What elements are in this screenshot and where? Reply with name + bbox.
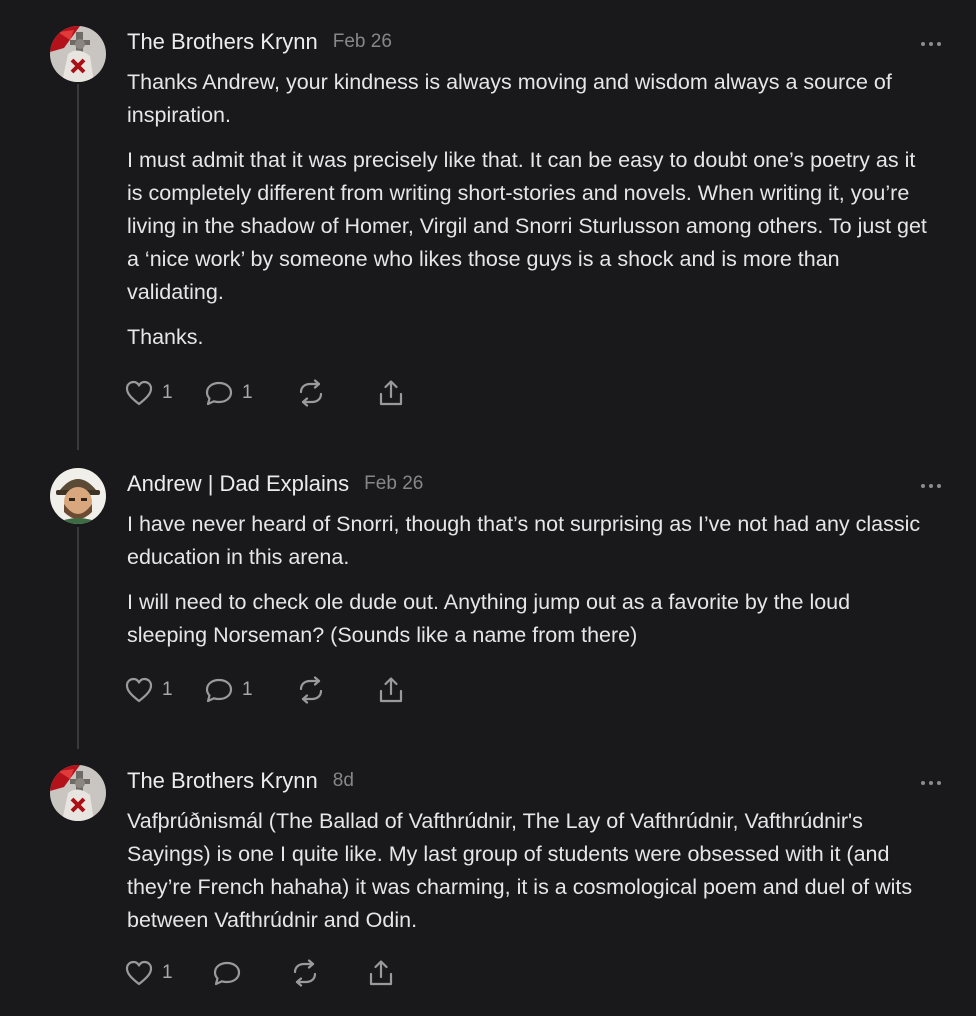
reply-button[interactable]: 1 bbox=[204, 673, 296, 707]
more-options-button[interactable] bbox=[920, 36, 942, 46]
comment-paragraph: Vafþrúðnismál (The Ballad of Vafthrúdnir… bbox=[127, 809, 913, 932]
comment-paragraph: I have never heard of Snorri, though tha… bbox=[127, 512, 921, 569]
restack-button[interactable] bbox=[296, 673, 376, 707]
avatar[interactable] bbox=[50, 468, 106, 524]
comment: Andrew | Dad Explains Feb 26 I have neve… bbox=[0, 468, 976, 728]
restack-icon bbox=[293, 959, 317, 987]
speech-bubble-icon bbox=[205, 381, 233, 406]
like-count: 1 bbox=[162, 962, 173, 983]
reply-count: 1 bbox=[242, 382, 253, 403]
comment-body: Vafþrúðnismál (The Ballad of Vafthrúdnir… bbox=[127, 805, 927, 949]
comment: The Brothers Krynn 8d Vafþrúðnismál (The… bbox=[0, 765, 976, 1005]
speech-bubble-icon bbox=[213, 961, 241, 986]
like-button[interactable]: 1 bbox=[124, 673, 204, 707]
comment-header: The Brothers Krynn 8d bbox=[127, 767, 354, 795]
reply-button[interactable] bbox=[212, 956, 290, 990]
more-options-button[interactable] bbox=[920, 775, 942, 785]
share-icon bbox=[379, 677, 403, 703]
comment: The Brothers Krynn Feb 26 Thanks Andrew,… bbox=[0, 26, 976, 426]
ellipsis-icon bbox=[921, 781, 941, 785]
restack-icon bbox=[299, 379, 323, 407]
more-options-button[interactable] bbox=[920, 478, 942, 488]
restack-icon bbox=[299, 676, 323, 704]
comment-actions: 1 1 bbox=[124, 376, 416, 410]
heart-icon bbox=[125, 380, 153, 406]
comment-body: Thanks Andrew, your kindness is always m… bbox=[127, 66, 927, 366]
ellipsis-icon bbox=[921, 484, 941, 488]
author-name[interactable]: The Brothers Krynn bbox=[127, 29, 318, 55]
comment-date[interactable]: Feb 26 bbox=[333, 31, 392, 53]
comment-date[interactable]: 8d bbox=[333, 770, 354, 792]
comment-paragraph: I will need to check ole dude out. Anyth… bbox=[127, 590, 851, 647]
comment-paragraph: Thanks Andrew, your kindness is always m… bbox=[127, 70, 892, 127]
comment-actions: 1 bbox=[124, 956, 406, 990]
comment-paragraph: Thanks. bbox=[127, 325, 204, 349]
speech-bubble-icon bbox=[205, 678, 233, 703]
avatar[interactable] bbox=[50, 26, 106, 82]
share-button[interactable] bbox=[376, 673, 416, 707]
heart-icon bbox=[125, 960, 153, 986]
author-name[interactable]: The Brothers Krynn bbox=[127, 768, 318, 794]
heart-icon bbox=[125, 677, 153, 703]
like-button[interactable]: 1 bbox=[124, 956, 212, 990]
comment-body: I have never heard of Snorri, though tha… bbox=[127, 508, 927, 664]
comment-header: Andrew | Dad Explains Feb 26 bbox=[127, 470, 423, 498]
share-button[interactable] bbox=[376, 376, 416, 410]
like-button[interactable]: 1 bbox=[124, 376, 204, 410]
avatar[interactable] bbox=[50, 765, 106, 821]
reply-button[interactable]: 1 bbox=[204, 376, 296, 410]
restack-button[interactable] bbox=[290, 956, 366, 990]
ellipsis-icon bbox=[921, 42, 941, 46]
share-button[interactable] bbox=[366, 956, 406, 990]
share-icon bbox=[369, 960, 393, 986]
comment-date[interactable]: Feb 26 bbox=[364, 473, 423, 495]
like-count: 1 bbox=[162, 679, 173, 700]
comment-actions: 1 1 bbox=[124, 673, 416, 707]
like-count: 1 bbox=[162, 382, 173, 403]
comment-paragraph: I must admit that it was precisely like … bbox=[127, 148, 927, 304]
share-icon bbox=[379, 380, 403, 406]
restack-button[interactable] bbox=[296, 376, 376, 410]
comment-header: The Brothers Krynn Feb 26 bbox=[127, 28, 392, 56]
reply-count: 1 bbox=[242, 679, 253, 700]
author-name[interactable]: Andrew | Dad Explains bbox=[127, 471, 349, 497]
